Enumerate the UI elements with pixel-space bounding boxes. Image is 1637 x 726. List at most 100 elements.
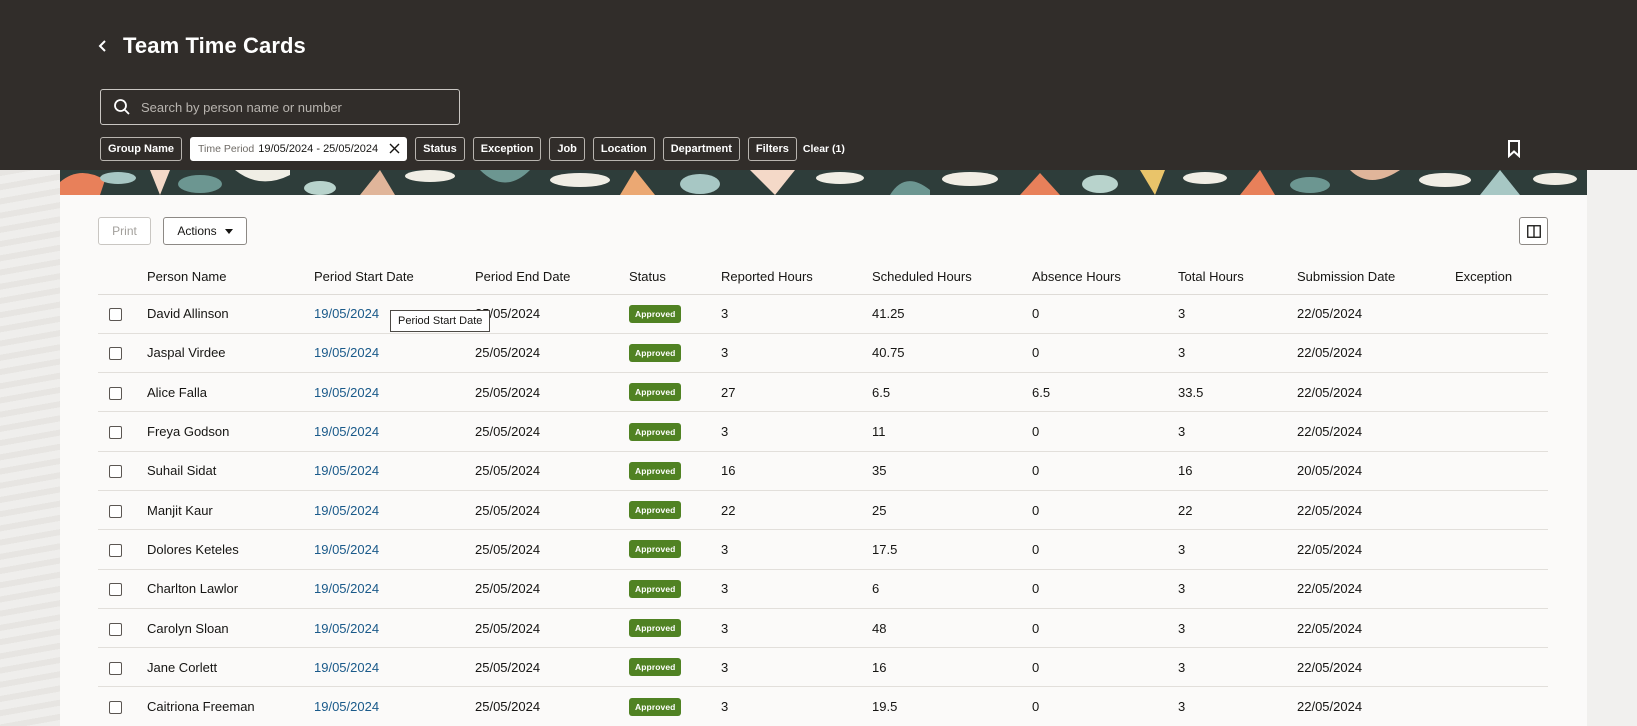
cell-submission-date: 22/05/2024: [1297, 569, 1455, 609]
row-checkbox[interactable]: [109, 426, 122, 440]
cell-person-name: David Allinson: [147, 294, 314, 334]
cell-period-start-date: 19/05/2024: [314, 686, 475, 726]
period-start-link[interactable]: 19/05/2024: [314, 621, 379, 636]
header-period-start-date[interactable]: Period Start Date: [314, 260, 475, 295]
row-checkbox[interactable]: [109, 701, 122, 715]
row-select-cell: [98, 451, 147, 491]
table-row[interactable]: Manjit Kaur 19/05/2024 25/05/2024 Approved 2…: [98, 490, 1548, 531]
row-checkbox[interactable]: [109, 583, 122, 597]
actions-button[interactable]: Actions: [163, 217, 247, 245]
period-start-link[interactable]: 19/05/2024: [314, 463, 379, 478]
filter-status[interactable]: Status: [415, 136, 465, 161]
absence-hours-value: 0: [1032, 581, 1040, 597]
header-person-name[interactable]: Person Name: [147, 260, 314, 295]
reported-hours-value: 3: [721, 306, 729, 322]
column-panel-button[interactable]: [1519, 217, 1548, 245]
person-name-value: Jaspal Virdee: [147, 345, 226, 361]
row-select-cell: [98, 294, 147, 334]
cell-person-name: Jane Corlett: [147, 647, 314, 688]
table-row[interactable]: Jaspal Virdee 19/05/2024 25/05/2024 Approve…: [98, 333, 1548, 374]
cell-person-name: Jaspal Virdee: [147, 333, 314, 374]
header-status[interactable]: Status: [629, 260, 721, 295]
table-row[interactable]: David Allinson 19/05/2024 25/05/2024 Approv…: [98, 294, 1548, 334]
absence-hours-value: 0: [1032, 306, 1040, 322]
table-body: David Allinson 19/05/2024 25/05/2024 Approv…: [98, 294, 1548, 726]
header-reported-hours[interactable]: Reported Hours: [721, 260, 872, 295]
period-end-date-value: 25/05/2024: [475, 502, 541, 518]
cell-exception: [1455, 529, 1548, 570]
table-row[interactable]: Alice Falla 19/05/2024 25/05/2024 Approved 2…: [98, 372, 1548, 413]
filter-exception[interactable]: Exception: [472, 136, 542, 161]
row-checkbox[interactable]: [109, 504, 122, 518]
row-checkbox[interactable]: [109, 308, 122, 322]
filters-button[interactable]: Filters: [747, 136, 797, 161]
scheduled-hours-value: 41.25: [872, 306, 905, 322]
period-start-link[interactable]: 19/05/2024: [314, 345, 379, 360]
row-checkbox[interactable]: [109, 465, 122, 479]
filter-time-period[interactable]: Time Period 19/05/2024 - 25/05/2024: [190, 136, 408, 161]
period-start-link[interactable]: 19/05/2024: [314, 385, 379, 400]
back-button[interactable]: [94, 36, 112, 56]
period-start-link[interactable]: 19/05/2024: [314, 424, 379, 439]
row-checkbox[interactable]: [109, 347, 122, 361]
absence-hours-value: 0: [1032, 502, 1040, 518]
person-name-value: David Allinson: [147, 306, 229, 322]
row-checkbox[interactable]: [109, 661, 122, 675]
period-start-link[interactable]: 19/05/2024: [314, 306, 379, 321]
search-input[interactable]: [141, 99, 459, 115]
header-exception[interactable]: Exception: [1455, 260, 1548, 295]
close-icon[interactable]: [386, 141, 402, 157]
cell-status: Approved: [629, 411, 721, 452]
filter-location[interactable]: Location: [592, 136, 655, 161]
clear-filters-link[interactable]: Clear (1): [803, 143, 845, 155]
print-button[interactable]: Print: [98, 217, 151, 245]
cell-scheduled-hours: 25: [872, 490, 1032, 531]
reported-hours-value: 16: [721, 463, 736, 479]
row-checkbox[interactable]: [109, 543, 122, 557]
row-select-cell: [98, 686, 147, 726]
filter-group-name[interactable]: Group Name: [100, 136, 183, 161]
cell-reported-hours: 27: [721, 372, 872, 413]
table-row[interactable]: Charlton Lawlor 19/05/2024 25/05/2024 Appro…: [98, 569, 1548, 609]
cell-absence-hours: 0: [1032, 529, 1178, 570]
table-row[interactable]: Freya Godson 19/05/2024 25/05/2024 Approved…: [98, 411, 1548, 452]
table-row[interactable]: Suhail Sidat 19/05/2024 25/05/2024 Approved…: [98, 451, 1548, 491]
bookmark-button[interactable]: [1505, 138, 1523, 160]
cell-scheduled-hours: 17.5: [872, 529, 1032, 570]
submission-date-value: 22/05/2024: [1297, 581, 1363, 597]
row-checkbox[interactable]: [109, 386, 122, 400]
scheduled-hours-value: 48: [872, 620, 887, 636]
row-select-cell: [98, 529, 147, 570]
cell-reported-hours: 3: [721, 569, 872, 609]
period-start-link[interactable]: 19/05/2024: [314, 581, 379, 596]
search-box[interactable]: [100, 89, 460, 125]
row-checkbox[interactable]: [109, 622, 122, 636]
absence-hours-value: 0: [1032, 345, 1040, 361]
cell-status: Approved: [629, 608, 721, 649]
header-submission-date[interactable]: Submission Date: [1297, 260, 1455, 295]
header-total-hours[interactable]: Total Hours: [1178, 260, 1297, 295]
header-period-end-date[interactable]: Period End Date: [475, 260, 629, 295]
period-start-link[interactable]: 19/05/2024: [314, 542, 379, 557]
table-row[interactable]: Jane Corlett 19/05/2024 25/05/2024 Approved…: [98, 647, 1548, 688]
search-icon: [114, 99, 130, 115]
cell-submission-date: 22/05/2024: [1297, 490, 1455, 531]
tooltip: Period Start Date: [390, 310, 491, 332]
period-start-link[interactable]: 19/05/2024: [314, 503, 379, 518]
period-start-link[interactable]: 19/05/2024: [314, 699, 379, 714]
filter-time-period-value: 19/05/2024 - 25/05/2024: [258, 142, 379, 155]
header-absence-hours[interactable]: Absence Hours: [1032, 260, 1178, 295]
period-start-link[interactable]: 19/05/2024: [314, 660, 379, 675]
filter-job[interactable]: Job: [549, 136, 585, 161]
reported-hours-value: 3: [721, 620, 729, 636]
table-row[interactable]: Caitriona Freeman 19/05/2024 25/05/2024 App…: [98, 686, 1548, 726]
total-hours-value: 3: [1178, 620, 1186, 636]
table-row[interactable]: Dolores Keteles 19/05/2024 25/05/2024 Appro…: [98, 529, 1548, 570]
decorative-banner: [60, 170, 1587, 195]
filter-department[interactable]: Department: [662, 136, 740, 161]
cell-total-hours: 3: [1178, 529, 1297, 570]
table-row[interactable]: Carolyn Sloan 19/05/2024 25/05/2024 Approve…: [98, 608, 1548, 649]
header-scheduled-hours[interactable]: Scheduled Hours: [872, 260, 1032, 295]
cell-total-hours: 3: [1178, 333, 1297, 374]
cell-total-hours: 3: [1178, 411, 1297, 452]
